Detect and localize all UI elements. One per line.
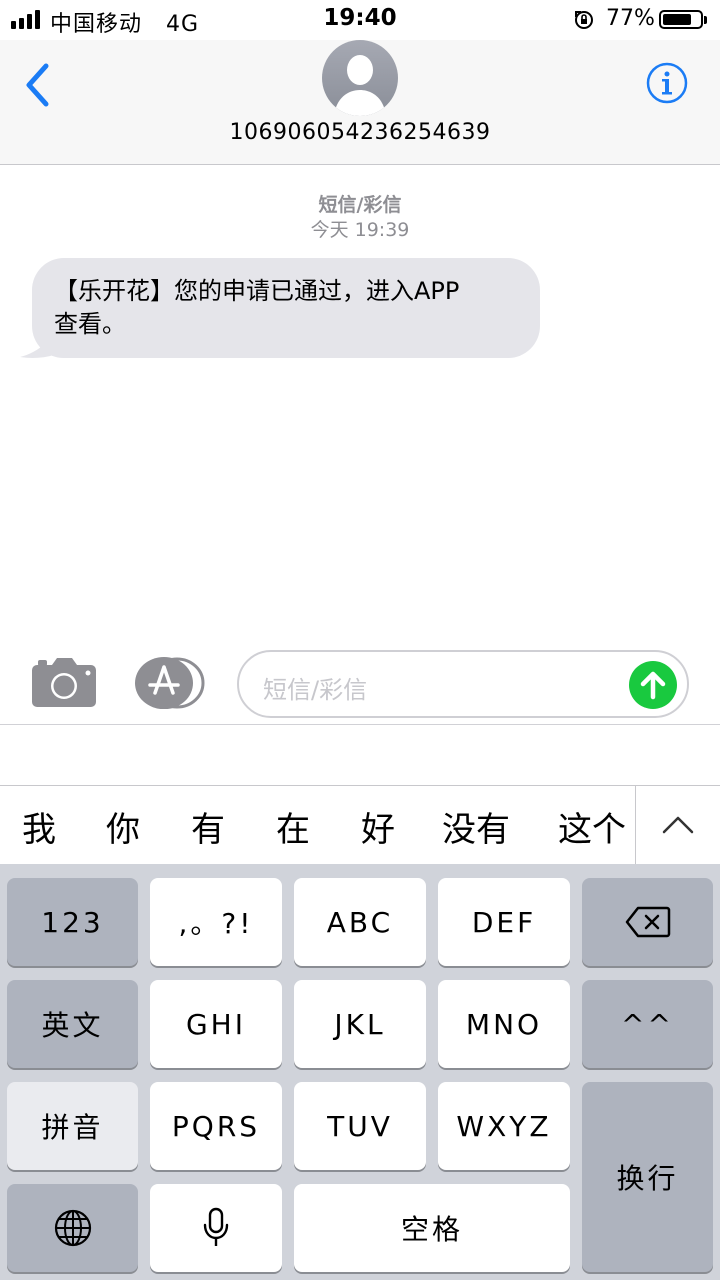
status-bar: 中国移动 4G 19:40 77% xyxy=(0,0,720,40)
contact-number[interactable]: 106906054236254639 xyxy=(0,120,720,145)
microphone-key[interactable] xyxy=(150,1184,282,1272)
key-abc[interactable]: ABC xyxy=(294,878,426,966)
key-return[interactable]: 换行 xyxy=(582,1082,713,1272)
app-store-icon[interactable] xyxy=(133,657,205,709)
input-bar-divider xyxy=(0,724,720,725)
key-punctuation[interactable]: ,。?! xyxy=(150,878,282,966)
key-pinyin[interactable]: 拼音 xyxy=(7,1082,138,1170)
message-service-label: 短信/彩信 xyxy=(318,194,402,216)
key-ghi[interactable]: GHI xyxy=(150,980,282,1068)
key-pqrs[interactable]: PQRS xyxy=(150,1082,282,1170)
globe-key[interactable] xyxy=(7,1184,138,1272)
key-emoticon[interactable]: ^^ xyxy=(582,980,713,1068)
candidate-item[interactable]: 没有 xyxy=(442,802,510,851)
chevron-left-icon[interactable] xyxy=(20,62,60,108)
candidate-item[interactable]: 有 xyxy=(191,802,225,851)
globe-icon xyxy=(54,1209,91,1247)
key-tuv[interactable]: TUV xyxy=(294,1082,426,1170)
message-text-line: 查看。 xyxy=(54,310,126,338)
key-mno[interactable]: MNO xyxy=(438,980,570,1068)
key-english[interactable]: 英文 xyxy=(7,980,138,1068)
message-timestamp: 今天 19:39 xyxy=(310,219,410,241)
conversation-header: 106906054236254639 xyxy=(0,40,720,165)
battery-tip xyxy=(704,16,707,24)
key-jkl[interactable]: JKL xyxy=(294,980,426,1068)
space-key[interactable]: 空格 xyxy=(294,1184,570,1272)
microphone-icon xyxy=(203,1207,229,1246)
battery-icon xyxy=(659,10,703,29)
message-text-line: 【乐开花】您的申请已通过，进入APP xyxy=(54,277,460,305)
candidate-item[interactable]: 好 xyxy=(361,802,395,851)
message-input-placeholder: 短信/彩信 xyxy=(263,676,368,704)
message-input-field[interactable]: 短信/彩信 xyxy=(237,650,689,718)
candidate-item[interactable]: 你 xyxy=(106,802,140,851)
key-wxyz[interactable]: WXYZ xyxy=(438,1082,570,1170)
candidate-item[interactable]: 这个 xyxy=(558,802,626,851)
key-numbers[interactable]: 123 xyxy=(7,878,138,966)
battery-level-fill xyxy=(663,14,691,25)
candidate-item[interactable]: 我 xyxy=(22,802,56,851)
delete-key[interactable] xyxy=(582,878,713,966)
camera-icon[interactable] xyxy=(32,657,96,707)
chevron-up-icon xyxy=(662,816,694,834)
delete-icon xyxy=(625,906,670,938)
info-icon[interactable] xyxy=(646,62,688,104)
contact-avatar[interactable] xyxy=(322,40,398,116)
person-silhouette-icon xyxy=(334,55,386,116)
send-arrow-icon xyxy=(640,671,666,700)
battery-percent: 77% xyxy=(606,6,655,31)
pinyin-keyboard: 123 ,。?! ABC DEF 英文 GHI JKL MNO ^^ 拼音 PQ… xyxy=(0,864,720,1280)
send-button[interactable] xyxy=(629,661,677,709)
incoming-message-bubble[interactable]: 【乐开花】您的申请已通过，进入APP 查看。 xyxy=(32,258,540,358)
ime-candidate-bar: 我 你 有 在 好 没有 这个 xyxy=(0,786,720,864)
orientation-lock-icon xyxy=(575,11,593,29)
candidate-item[interactable]: 在 xyxy=(276,802,310,851)
expand-candidates-button[interactable] xyxy=(635,786,720,864)
key-def[interactable]: DEF xyxy=(438,878,570,966)
